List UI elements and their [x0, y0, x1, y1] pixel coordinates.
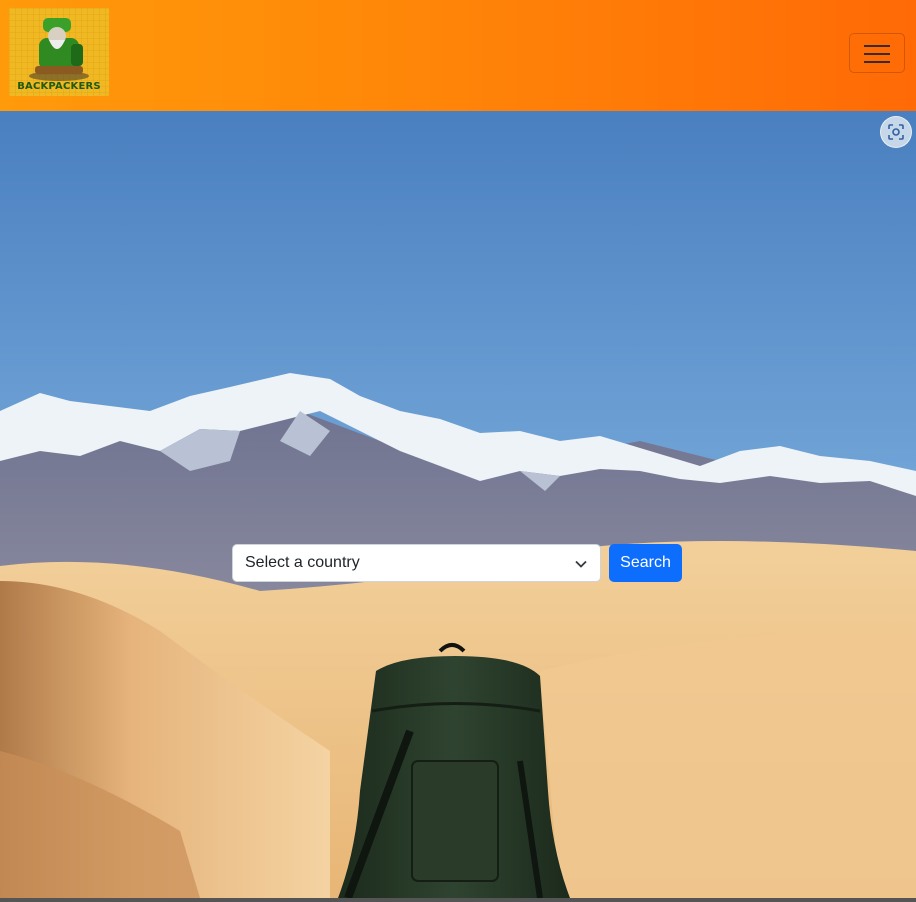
- hamburger-icon: [864, 45, 890, 47]
- navbar: BACKPACKERS: [0, 0, 916, 111]
- logo-wordmark: BACKPACKERS: [17, 81, 101, 92]
- hero-background: [0, 111, 916, 898]
- visual-search-button[interactable]: [880, 116, 912, 148]
- country-select[interactable]: Select a country: [232, 544, 601, 582]
- search-button[interactable]: Search: [609, 544, 682, 582]
- chevron-down-icon: [575, 560, 587, 568]
- bottom-divider: [0, 898, 916, 902]
- country-select-value: Select a country: [245, 554, 360, 571]
- menu-toggle-button[interactable]: [849, 33, 905, 73]
- mountain-desert-image: [0, 111, 916, 898]
- brand-logo[interactable]: BACKPACKERS: [9, 8, 109, 96]
- visual-search-icon: [888, 124, 904, 140]
